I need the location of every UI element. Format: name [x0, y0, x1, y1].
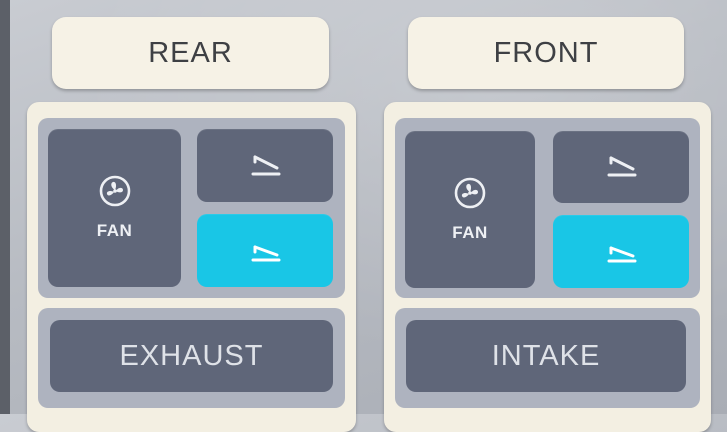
flap-open-icon: [251, 155, 281, 175]
front-flap-open-button[interactable]: [553, 131, 689, 203]
front-intake-button[interactable]: INTAKE: [406, 320, 686, 392]
fan-icon: [454, 177, 486, 208]
front-fan-button[interactable]: FAN: [405, 131, 535, 288]
front-title-button[interactable]: FRONT: [408, 17, 684, 89]
rear-title-button[interactable]: REAR: [52, 17, 329, 89]
flap-closed-icon: [251, 245, 281, 261]
rear-flap-open-button[interactable]: [197, 129, 333, 202]
front-control-grid: FAN: [395, 118, 700, 298]
rear-fan-button[interactable]: FAN: [48, 129, 181, 287]
front-vent-panel: FAN INTAKE: [384, 102, 711, 432]
rear-control-grid: FAN: [38, 118, 345, 298]
screen-bezel: [0, 0, 10, 414]
rear-exhaust-label: EXHAUST: [119, 339, 264, 372]
rear-action-strip: EXHAUST: [38, 308, 345, 408]
front-intake-label: INTAKE: [491, 339, 601, 372]
flap-open-icon: [607, 156, 637, 177]
fan-icon: [99, 175, 130, 207]
front-flap-closed-button[interactable]: [553, 215, 689, 288]
front-fan-label: FAN: [452, 222, 488, 242]
rear-flap-closed-button[interactable]: [197, 214, 333, 287]
front-action-strip: INTAKE: [395, 308, 700, 408]
flap-closed-icon: [607, 246, 637, 262]
rear-title-label: REAR: [148, 36, 233, 69]
front-title-label: FRONT: [493, 36, 599, 69]
rear-exhaust-button[interactable]: EXHAUST: [50, 320, 333, 392]
rear-vent-panel: FAN EXHAUST: [27, 102, 356, 432]
rear-fan-label: FAN: [96, 221, 133, 240]
